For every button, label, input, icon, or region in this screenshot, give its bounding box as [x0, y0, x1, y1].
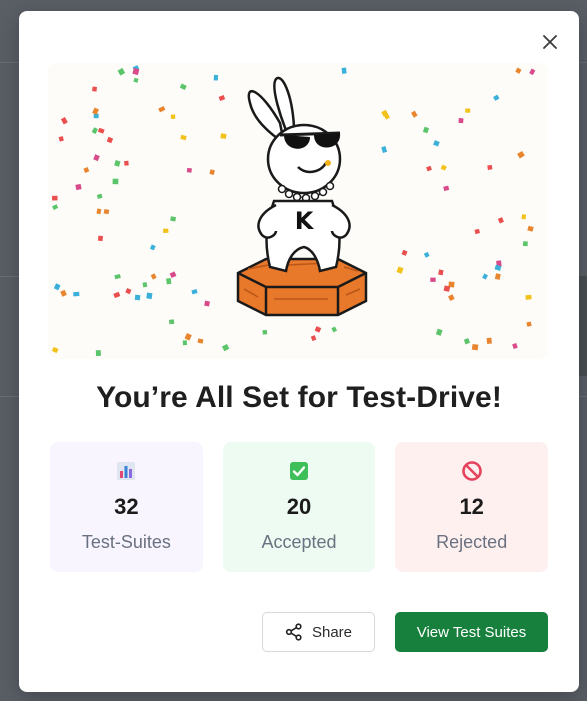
share-icon	[285, 623, 302, 641]
share-button[interactable]: Share	[262, 612, 375, 652]
bar-chart-icon	[115, 460, 137, 482]
check-box-icon	[288, 460, 310, 482]
success-dialog: K You’re All Set for Test-Drive! 32 Test…	[19, 11, 579, 692]
stat-label: Accepted	[261, 532, 337, 552]
stat-label: Test-Suites	[81, 532, 171, 552]
stat-label: Rejected	[436, 532, 508, 552]
stat-value: 32	[114, 494, 139, 519]
view-test-suites-button[interactable]: View Test Suites	[395, 612, 548, 652]
stat-value: 12	[459, 494, 484, 519]
mascot-on-podium: K	[236, 76, 368, 317]
dialog-actions: Share View Test Suites	[262, 612, 548, 652]
share-label: Share	[311, 623, 353, 641]
close-icon	[543, 35, 557, 49]
stats-row: 32 Test-Suites 20 Accepted 12 Rejected	[50, 442, 549, 572]
podium	[236, 257, 368, 317]
stat-value: 20	[286, 494, 312, 519]
celebration-illustration: K	[48, 63, 548, 359]
dialog-title: You’re All Set for Test-Drive!	[96, 381, 502, 414]
prohibited-icon	[461, 460, 483, 482]
close-button[interactable]	[539, 31, 561, 53]
stat-card-test-suites: 32 Test-Suites	[50, 442, 203, 572]
stat-card-accepted: 20 Accepted	[222, 442, 376, 572]
background-panel	[579, 276, 587, 376]
stat-card-rejected: 12 Rejected	[395, 442, 549, 572]
mascot-letter: K	[295, 207, 315, 235]
